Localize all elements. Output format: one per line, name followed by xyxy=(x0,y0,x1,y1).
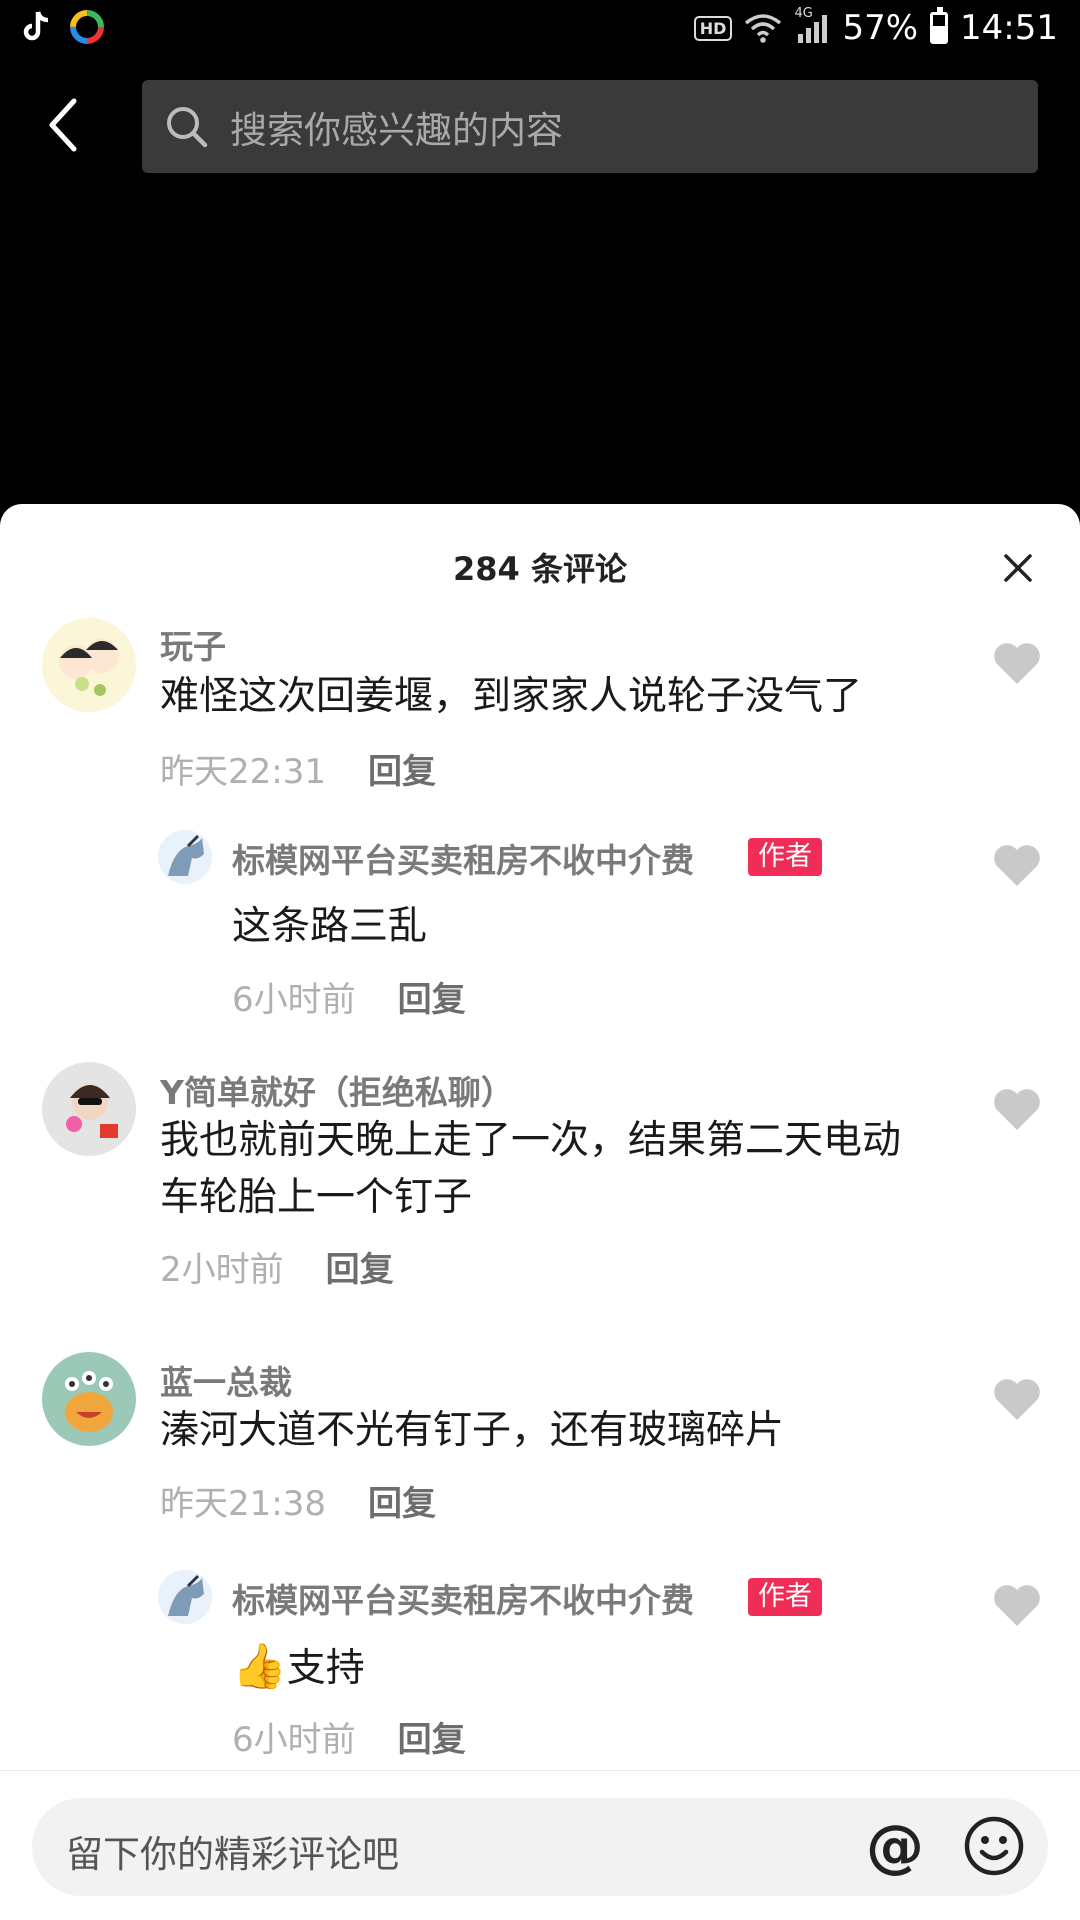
reply-item: 标模网平台买卖租房不收中介费 作者 这条路三乱 6小时前 回复 xyxy=(0,826,1080,1026)
reply-button[interactable]: 回复 xyxy=(368,1484,436,1524)
comment-meta: 昨天22:31 回复 xyxy=(160,744,436,793)
comment-item: 玩子 难怪这次回姜堰，到家家人说轮子没气了 昨天22:31 回复 xyxy=(0,614,1080,794)
status-bar: HD 4G 57% 14:51 xyxy=(0,0,1080,62)
comment-time: 6小时前 xyxy=(232,1720,356,1760)
comment-meta: 2小时前 回复 xyxy=(160,1242,394,1291)
clock: 14:51 xyxy=(960,8,1058,48)
comment-username[interactable]: Y简单就好（拒绝私聊） xyxy=(160,1066,514,1114)
back-button[interactable] xyxy=(44,95,84,155)
comment-input[interactable]: 留下你的精彩评论吧 @ xyxy=(32,1798,1048,1896)
comment-text: 👍支持 xyxy=(232,1638,365,1697)
author-badge: 作者 xyxy=(748,838,822,876)
reply-item: 标模网平台买卖租房不收中介费 作者 👍支持 6小时前 回复 xyxy=(0,1566,1080,1766)
comments-sheet: 284 条评论 玩子 难怪这次回姜堰，到家家人说轮子没气了 昨天22:31 回复 … xyxy=(0,504,1080,1920)
comment-text: 难怪这次回姜堰，到家家人说轮子没气了 xyxy=(160,674,863,719)
close-icon xyxy=(1004,554,1032,582)
heart-icon[interactable] xyxy=(992,1086,1042,1132)
comment-item: Y简单就好（拒绝私聊） 我也就前天晚上走了一次，结果第二天电动 车轮胎上一个钉子… xyxy=(0,1060,1080,1300)
comment-time: 昨天21:38 xyxy=(160,1484,326,1524)
comment-time: 2小时前 xyxy=(160,1250,284,1290)
avatar[interactable] xyxy=(42,1062,136,1156)
hd-badge: HD xyxy=(693,15,733,41)
at-symbol: @ xyxy=(866,1814,924,1880)
reply-button[interactable]: 回复 xyxy=(398,1720,466,1760)
search-icon xyxy=(167,106,208,147)
comment-text: 这条路三乱 xyxy=(232,904,428,949)
comment-username[interactable]: 玩子 xyxy=(160,620,226,668)
heart-icon[interactable] xyxy=(992,1582,1042,1628)
mention-button[interactable]: @ xyxy=(862,1812,928,1880)
avatar[interactable] xyxy=(158,1570,212,1624)
signal-icon: 4G xyxy=(794,6,830,44)
comment-username[interactable]: 蓝一总裁 xyxy=(160,1356,292,1404)
heart-icon[interactable] xyxy=(992,842,1042,888)
comment-item: 蓝一总裁 溱河大道不光有钉子，还有玻璃碎片 昨天21:38 回复 xyxy=(0,1350,1080,1530)
heart-icon[interactable] xyxy=(992,640,1042,686)
wifi-icon xyxy=(745,14,782,43)
emoji-button[interactable] xyxy=(962,1814,1026,1878)
reply-button[interactable]: 回复 xyxy=(368,752,436,792)
comment-text-line: 车轮胎上一个钉子 xyxy=(160,1175,473,1220)
chevron-left-icon xyxy=(49,98,77,152)
comment-username[interactable]: 标模网平台买卖租房不收中介费 xyxy=(232,834,694,882)
comment-meta: 6小时前 回复 xyxy=(232,1712,466,1761)
comments-count-title: 284 条评论 xyxy=(453,550,627,588)
avatar[interactable] xyxy=(42,1352,136,1446)
avatar[interactable] xyxy=(158,830,212,884)
at-icon: @ xyxy=(866,1812,924,1880)
divider xyxy=(0,1770,1080,1771)
comment-meta: 6小时前 回复 xyxy=(232,972,466,1021)
search-placeholder: 搜索你感兴趣的内容 xyxy=(230,108,563,152)
avatar[interactable] xyxy=(42,618,136,712)
author-badge: 作者 xyxy=(748,1578,822,1616)
battery-icon xyxy=(930,7,949,44)
reply-button[interactable]: 回复 xyxy=(398,980,466,1020)
tiktok-app-icon xyxy=(20,10,54,44)
comment-text: 溱河大道不光有钉子，还有玻璃碎片 xyxy=(160,1408,785,1453)
thumbs-up-emoji: 👍 xyxy=(232,1641,287,1692)
comment-meta: 昨天21:38 回复 xyxy=(160,1476,436,1525)
battery-percent: 57% xyxy=(842,8,919,48)
comment-text-body: 支持 xyxy=(286,1646,365,1691)
comment-time: 昨天22:31 xyxy=(160,752,326,792)
colorful-app-icon xyxy=(70,10,104,44)
comment-time: 6小时前 xyxy=(232,980,356,1020)
reply-button[interactable]: 回复 xyxy=(326,1250,394,1290)
heart-icon[interactable] xyxy=(992,1376,1042,1422)
comment-input-placeholder: 留下你的精彩评论吧 xyxy=(66,1833,399,1876)
smiley-icon xyxy=(964,1816,1024,1876)
close-button[interactable] xyxy=(1000,550,1036,586)
comment-text-line: 我也就前天晚上走了一次，结果第二天电动 xyxy=(160,1118,902,1163)
comment-username[interactable]: 标模网平台买卖租房不收中介费 xyxy=(232,1574,694,1622)
search-bar[interactable]: 搜索你感兴趣的内容 xyxy=(142,80,1038,173)
